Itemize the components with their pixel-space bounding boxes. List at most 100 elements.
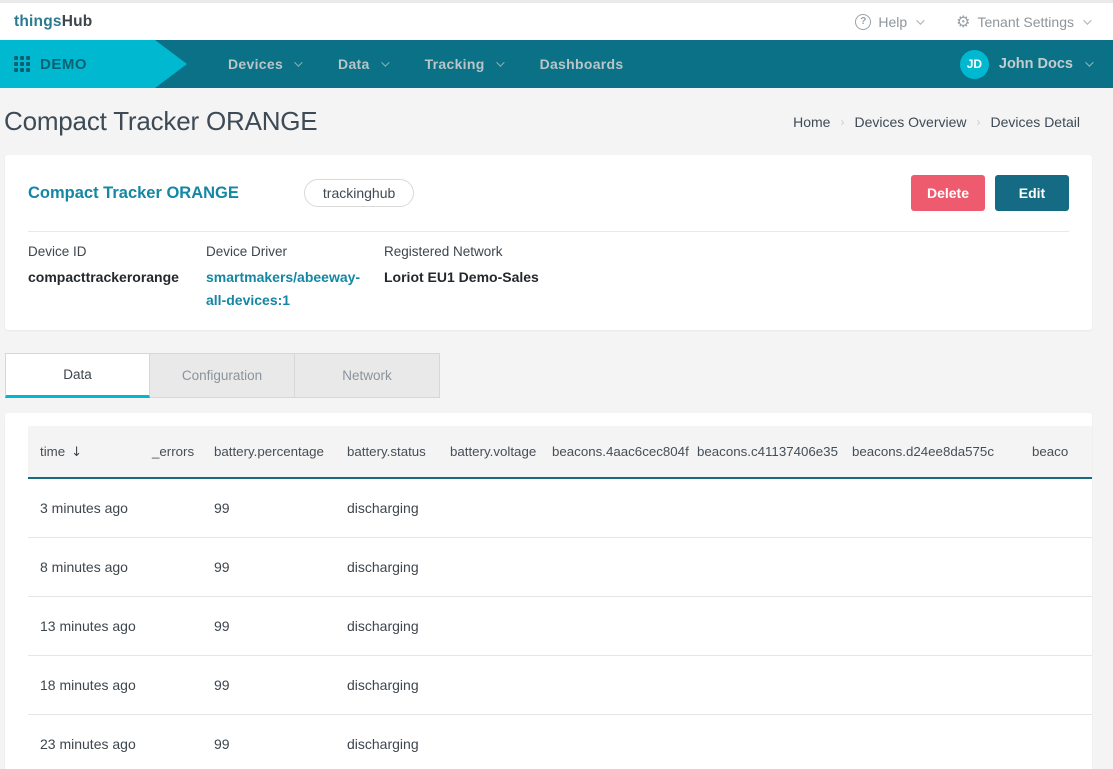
- chevron-down-icon: [1083, 16, 1091, 24]
- breadcrumb-separator-icon: ›: [840, 115, 844, 129]
- user-name: John Docs: [999, 56, 1073, 72]
- user-menu[interactable]: JD John Docs: [960, 50, 1091, 79]
- chevron-down-icon: [1085, 58, 1093, 66]
- tenant-settings-menu[interactable]: ⚙ Tenant Settings: [956, 14, 1089, 30]
- device-driver-link[interactable]: smartmakers/abeeway-all-devices:1: [206, 266, 366, 311]
- tenant-label: DEMO: [40, 56, 87, 73]
- cell-errors: [140, 596, 202, 655]
- device-summary-card: Compact Tracker ORANGE trackinghub Delet…: [5, 155, 1092, 330]
- table-row[interactable]: 8 minutes ago 99 discharging: [28, 537, 1092, 596]
- sort-desc-icon: ↓: [71, 445, 82, 460]
- table-row[interactable]: 3 minutes ago 99 discharging: [28, 478, 1092, 537]
- cell-battery-status: discharging: [335, 596, 438, 655]
- breadcrumb-separator-icon: ›: [977, 115, 981, 129]
- nav-items: Devices Data Tracking Dashboards: [228, 56, 623, 72]
- cell-beacon: [540, 596, 685, 655]
- nav-item-dashboards[interactable]: Dashboards: [540, 56, 624, 72]
- cell-beacon: [540, 714, 685, 769]
- tenant-badge[interactable]: DEMO: [0, 40, 187, 88]
- data-table-scroll-area[interactable]: time↓ _errors battery.percentage battery…: [28, 426, 1092, 769]
- cell-beacon: [1020, 478, 1092, 537]
- edit-button[interactable]: Edit: [995, 175, 1069, 211]
- cell-battery-status: discharging: [335, 714, 438, 769]
- column-header-time[interactable]: time↓: [28, 426, 140, 478]
- chevron-down-icon: [381, 58, 389, 66]
- help-icon: ?: [855, 14, 871, 30]
- app-logo[interactable]: thingsHub: [14, 13, 92, 31]
- tenant-settings-label: Tenant Settings: [977, 14, 1074, 30]
- delete-button[interactable]: Delete: [911, 175, 985, 211]
- chevron-down-icon: [294, 58, 302, 66]
- device-data-table: time↓ _errors battery.percentage battery…: [28, 426, 1092, 769]
- device-name: Compact Tracker ORANGE: [28, 184, 239, 203]
- cell-battery-voltage: [438, 537, 540, 596]
- cell-beacon: [1020, 596, 1092, 655]
- field-registered-network: Registered Network Loriot EU1 Demo-Sales: [384, 244, 557, 311]
- column-header-battery-status[interactable]: battery.status: [335, 426, 438, 478]
- field-device-id: Device ID compacttrackerorange: [28, 244, 206, 311]
- cell-beacon: [685, 537, 840, 596]
- column-header-beacons-truncated[interactable]: beaco: [1020, 426, 1092, 478]
- cell-errors: [140, 537, 202, 596]
- cell-time: 8 minutes ago: [28, 537, 140, 596]
- cell-beacon: [840, 596, 1020, 655]
- logo-part-hub: Hub: [62, 13, 93, 30]
- help-menu[interactable]: ? Help: [855, 14, 922, 30]
- cell-beacon: [685, 478, 840, 537]
- cell-beacon: [1020, 714, 1092, 769]
- cell-battery-status: discharging: [335, 655, 438, 714]
- nav-item-devices[interactable]: Devices: [228, 56, 300, 72]
- cell-beacon: [540, 478, 685, 537]
- cell-beacon: [540, 655, 685, 714]
- table-row[interactable]: 13 minutes ago 99 discharging: [28, 596, 1092, 655]
- cell-time: 18 minutes ago: [28, 655, 140, 714]
- cell-errors: [140, 478, 202, 537]
- breadcrumb: Home › Devices Overview › Devices Detail: [793, 114, 1080, 130]
- cell-beacon: [840, 714, 1020, 769]
- column-header-beacons-d24e[interactable]: beacons.d24ee8da575c: [840, 426, 1020, 478]
- breadcrumb-devices-detail: Devices Detail: [991, 114, 1080, 130]
- cell-battery-percentage: 99: [202, 714, 335, 769]
- column-header-battery-percentage[interactable]: battery.percentage: [202, 426, 335, 478]
- cell-battery-status: discharging: [335, 478, 438, 537]
- nav-item-data[interactable]: Data: [338, 56, 387, 72]
- cell-beacon: [1020, 537, 1092, 596]
- cell-battery-voltage: [438, 714, 540, 769]
- device-id-value: compacttrackerorange: [28, 266, 188, 289]
- gear-icon: ⚙: [956, 14, 970, 30]
- cell-battery-voltage: [438, 478, 540, 537]
- chevron-down-icon: [916, 16, 924, 24]
- tab-data[interactable]: Data: [5, 353, 150, 398]
- column-header-battery-voltage[interactable]: battery.voltage: [438, 426, 540, 478]
- breadcrumb-home[interactable]: Home: [793, 114, 830, 130]
- column-header-errors[interactable]: _errors: [140, 426, 202, 478]
- table-row[interactable]: 18 minutes ago 99 discharging: [28, 655, 1092, 714]
- field-device-driver: Device Driver smartmakers/abeeway-all-de…: [206, 244, 384, 311]
- topbar: thingsHub ? Help ⚙ Tenant Settings: [0, 3, 1113, 40]
- page-header: Compact Tracker ORANGE Home › Devices Ov…: [5, 88, 1092, 155]
- column-header-beacons-4aac[interactable]: beacons.4aac6cec804f: [540, 426, 685, 478]
- nav-item-tracking[interactable]: Tracking: [425, 56, 502, 72]
- tab-bar: Data Configuration Network: [5, 353, 1092, 398]
- cell-time: 23 minutes ago: [28, 714, 140, 769]
- device-tag-badge: trackinghub: [304, 179, 414, 207]
- breadcrumb-devices-overview[interactable]: Devices Overview: [854, 114, 966, 130]
- cell-beacon: [685, 596, 840, 655]
- help-label: Help: [878, 14, 907, 30]
- tab-network[interactable]: Network: [295, 353, 440, 398]
- cell-beacon: [685, 714, 840, 769]
- registered-network-value: Loriot EU1 Demo-Sales: [384, 266, 539, 289]
- tab-configuration[interactable]: Configuration: [150, 353, 295, 398]
- cell-time: 13 minutes ago: [28, 596, 140, 655]
- cell-time: 3 minutes ago: [28, 478, 140, 537]
- cell-battery-percentage: 99: [202, 537, 335, 596]
- cell-battery-percentage: 99: [202, 596, 335, 655]
- avatar: JD: [960, 50, 989, 79]
- cell-beacon: [840, 478, 1020, 537]
- cell-beacon: [840, 655, 1020, 714]
- table-row[interactable]: 23 minutes ago 99 discharging: [28, 714, 1092, 769]
- cell-battery-percentage: 99: [202, 655, 335, 714]
- cell-beacon: [840, 537, 1020, 596]
- cell-beacon: [540, 537, 685, 596]
- column-header-beacons-c411[interactable]: beacons.c41137406e35: [685, 426, 840, 478]
